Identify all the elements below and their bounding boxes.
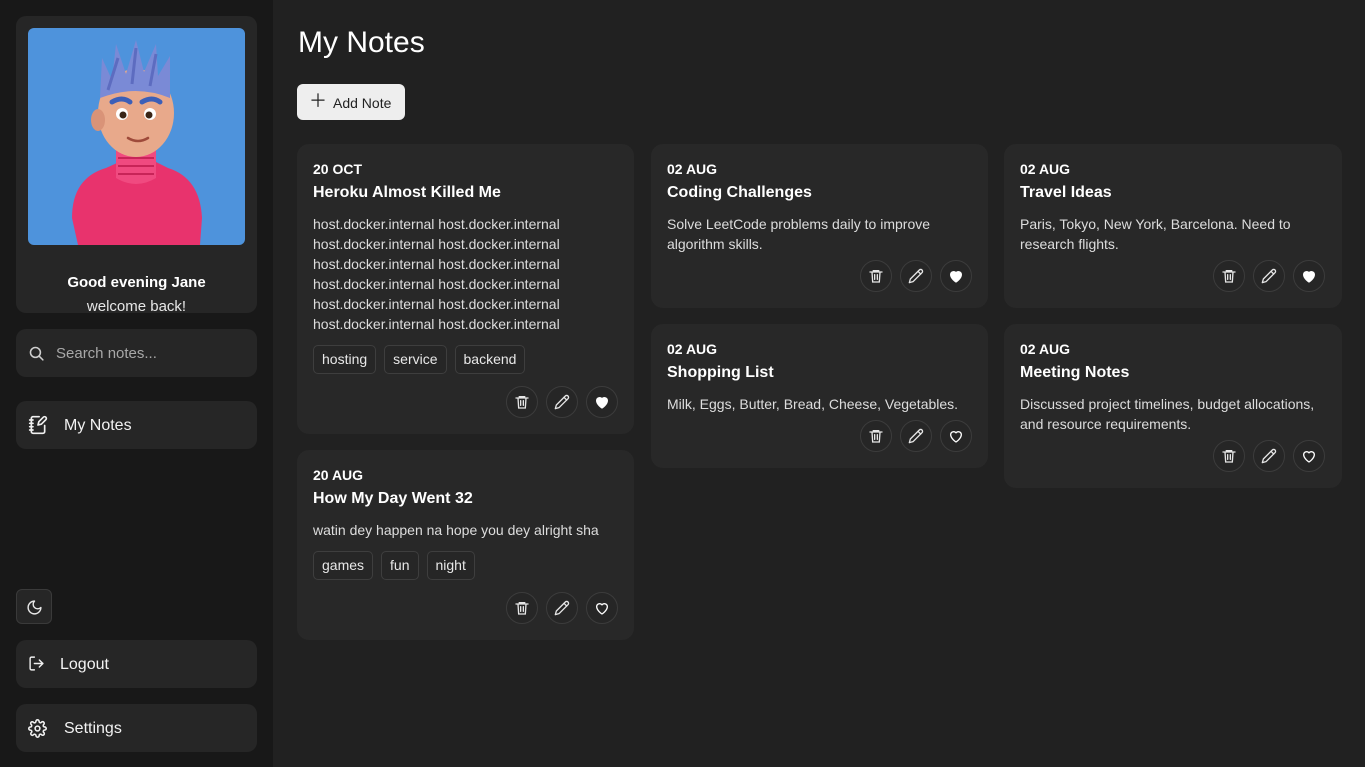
note-title: Coding Challenges (667, 184, 812, 201)
trash-icon (1222, 270, 1236, 283)
search-input[interactable] (56, 341, 246, 365)
logout-icon (29, 656, 44, 671)
edit-button[interactable] (900, 420, 932, 452)
delete-button[interactable] (860, 420, 892, 452)
delete-button[interactable] (506, 592, 538, 624)
tag[interactable]: service (384, 345, 447, 374)
avatar (28, 28, 245, 245)
note-date: 20 AUG (313, 467, 364, 483)
pencil-icon (1261, 448, 1277, 464)
add-note-button[interactable]: ＋ Add Note (297, 84, 405, 120)
note-actions (506, 592, 618, 624)
heart-icon (950, 271, 962, 283)
heart-icon (1303, 451, 1315, 463)
search-box[interactable] (16, 329, 257, 377)
tag[interactable]: fun (381, 551, 419, 580)
note-actions (860, 420, 972, 452)
note-title: Meeting Notes (1020, 364, 1130, 381)
note-actions (1213, 440, 1325, 472)
delete-button[interactable] (1213, 260, 1245, 292)
note-actions (506, 386, 618, 418)
welcome-text: welcome back! (86, 298, 187, 315)
note-card[interactable]: 02 AUG Shopping List Milk, Eggs, Butter,… (651, 324, 988, 468)
note-title: Heroku Almost Killed Me (313, 184, 501, 201)
note-actions (860, 260, 972, 292)
trash-icon (1222, 450, 1236, 463)
settings-button[interactable]: Settings (16, 704, 257, 752)
delete-button[interactable] (1213, 440, 1245, 472)
note-date: 02 AUG (1020, 161, 1071, 177)
tag[interactable]: games (313, 551, 374, 580)
delete-button[interactable] (860, 260, 892, 292)
note-card[interactable]: 02 AUG Coding Challenges Solve LeetCode … (651, 144, 988, 308)
trash-icon (869, 270, 883, 283)
tag[interactable]: hosting (313, 345, 377, 374)
favorite-button[interactable] (1293, 440, 1325, 472)
edit-button[interactable] (546, 386, 578, 418)
note-date: 02 AUG (667, 341, 718, 357)
edit-button[interactable] (1253, 260, 1285, 292)
note-actions (1213, 260, 1325, 292)
favorite-button[interactable] (586, 592, 618, 624)
heart-icon (950, 431, 962, 443)
gear-icon (28, 719, 47, 738)
note-date: 20 OCT (313, 161, 363, 177)
add-note-label: Add Note (333, 95, 392, 111)
page-title: My Notes (298, 26, 425, 59)
logout-button[interactable]: Logout (16, 640, 257, 688)
note-body: Solve LeetCode problems daily to improve… (667, 216, 931, 252)
nav-item-label: My Notes (64, 417, 132, 434)
note-body: watin dey happen na hope you dey alright… (313, 522, 599, 538)
favorite-button[interactable] (940, 420, 972, 452)
heart-icon (1303, 271, 1315, 283)
note-card[interactable]: 20 OCT Heroku Almost Killed Me host.dock… (297, 144, 634, 434)
heart-icon (596, 397, 608, 409)
search-icon (29, 346, 44, 361)
moon-icon (27, 600, 42, 615)
pencil-icon (908, 428, 924, 444)
trash-icon (515, 396, 529, 409)
note-title: Shopping List (667, 364, 774, 381)
edit-button[interactable] (900, 260, 932, 292)
tag[interactable]: night (426, 551, 475, 580)
main-content: My Notes ＋ Add Note 20 OCT Heroku Almost… (273, 0, 1365, 767)
settings-label: Settings (64, 720, 122, 737)
heart-icon (596, 603, 608, 615)
favorite-button[interactable] (586, 386, 618, 418)
pencil-icon (554, 600, 570, 616)
note-body: Milk, Eggs, Butter, Bread, Cheese, Veget… (667, 396, 959, 412)
pencil-icon (1261, 268, 1277, 284)
sidebar: Good evening Jane welcome back! My Notes… (0, 0, 273, 767)
notebook-pen-icon (28, 415, 48, 435)
note-title: Travel Ideas (1020, 184, 1112, 201)
note-body: host.docker.internal host.docker.interna… (313, 216, 560, 332)
favorite-button[interactable] (940, 260, 972, 292)
nav-item-my-notes[interactable]: My Notes (16, 401, 257, 449)
logout-label: Logout (60, 656, 109, 673)
note-card[interactable]: 20 AUG How My Day Went 32 watin dey happ… (297, 450, 634, 640)
theme-toggle-button[interactable] (16, 589, 52, 624)
pencil-icon (554, 394, 570, 410)
pencil-icon (908, 268, 924, 284)
note-title: How My Day Went 32 (313, 490, 473, 507)
note-card[interactable]: 02 AUG Meeting Notes Discussed project t… (1004, 324, 1342, 488)
edit-button[interactable] (1253, 440, 1285, 472)
trash-icon (515, 602, 529, 615)
greeting-text: Good evening Jane (67, 274, 206, 291)
plus-icon: ＋ (309, 91, 327, 111)
note-date: 02 AUG (1020, 341, 1071, 357)
note-tags: hosting service backend (313, 345, 526, 374)
profile-card: Good evening Jane welcome back! (16, 16, 257, 315)
delete-button[interactable] (506, 386, 538, 418)
note-date: 02 AUG (667, 161, 718, 177)
trash-icon (869, 430, 883, 443)
edit-button[interactable] (546, 592, 578, 624)
favorite-button[interactable] (1293, 260, 1325, 292)
note-tags: games fun night (313, 551, 475, 580)
tag[interactable]: backend (454, 345, 526, 374)
note-body: Paris, Tokyo, New York, Barcelona. Need … (1020, 216, 1291, 252)
note-card[interactable]: 02 AUG Travel Ideas Paris, Tokyo, New Yo… (1004, 144, 1342, 308)
note-body: Discussed project timelines, budget allo… (1020, 396, 1315, 432)
